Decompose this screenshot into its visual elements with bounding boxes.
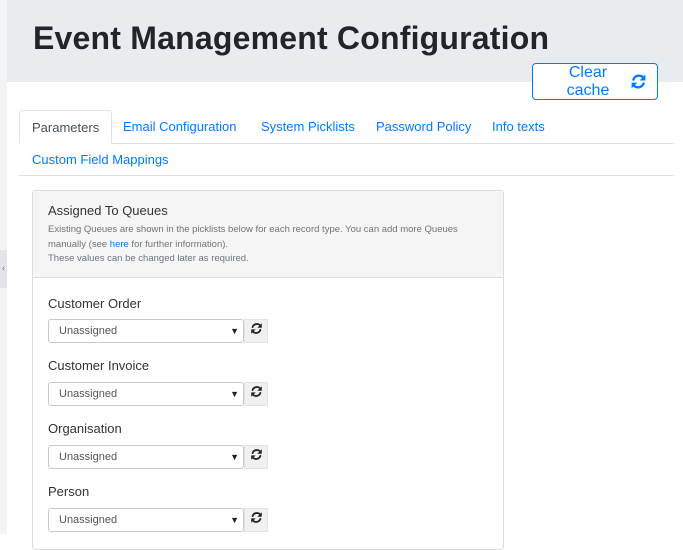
refresh-icon: [630, 73, 647, 90]
customer-invoice-refresh-button[interactable]: [244, 382, 268, 406]
caret-down-icon: ▼: [230, 326, 239, 336]
caret-down-icon: ▼: [230, 452, 239, 462]
person-refresh-button[interactable]: [244, 508, 268, 532]
help-link[interactable]: here: [110, 239, 129, 250]
tab-bar: Parameters Email Configuration System Pi…: [19, 110, 674, 176]
tab-password-policy[interactable]: Password Policy: [376, 110, 471, 144]
refresh-icon: [250, 448, 263, 466]
person-label: Person: [48, 484, 90, 499]
card-description: Existing Queues are shown in the picklis…: [48, 223, 493, 267]
card-title: Assigned To Queues: [48, 203, 168, 218]
organisation-select[interactable]: Unassigned ▼: [48, 445, 244, 469]
tab-system-picklists[interactable]: System Picklists: [261, 110, 355, 144]
card-description-text-end: for further information).: [128, 238, 229, 250]
customer-invoice-select[interactable]: Unassigned ▼: [48, 382, 244, 406]
organisation-value: Unassigned: [59, 451, 118, 463]
person-value: Unassigned: [59, 514, 118, 526]
tab-custom-field-mappings[interactable]: Custom Field Mappings: [32, 143, 169, 177]
organisation-label: Organisation: [48, 421, 122, 436]
refresh-icon: [250, 322, 263, 340]
collapse-handle[interactable]: ‹: [0, 250, 7, 288]
refresh-icon: [250, 511, 263, 529]
page-title: Event Management Configuration: [33, 20, 550, 56]
person-select[interactable]: Unassigned ▼: [48, 508, 244, 532]
customer-order-select[interactable]: Unassigned ▼: [48, 319, 244, 343]
customer-order-value: Unassigned: [59, 325, 118, 337]
assigned-queues-card: Assigned To Queues Existing Queues are s…: [32, 190, 504, 550]
customer-order-label: Customer Order: [48, 296, 142, 311]
tab-info-texts[interactable]: Info texts: [492, 110, 545, 144]
customer-invoice-label: Customer Invoice: [48, 358, 150, 373]
chevron-left-icon: ‹: [1, 263, 6, 274]
customer-order-refresh-button[interactable]: [244, 319, 268, 343]
tab-email-configuration[interactable]: Email Configuration: [123, 110, 236, 144]
card-header: Assigned To Queues Existing Queues are s…: [33, 191, 503, 278]
clear-cache-label: Clear cache: [566, 63, 610, 99]
card-description-note: These values can be changed later as req…: [48, 253, 249, 264]
tab-parameters[interactable]: Parameters: [19, 110, 113, 144]
organisation-refresh-button[interactable]: [244, 445, 268, 469]
refresh-icon: [250, 385, 263, 403]
caret-down-icon: ▼: [230, 389, 239, 399]
customer-invoice-value: Unassigned: [59, 388, 118, 400]
clear-cache-button[interactable]: Clear cache: [532, 63, 658, 100]
caret-down-icon: ▼: [230, 515, 239, 525]
